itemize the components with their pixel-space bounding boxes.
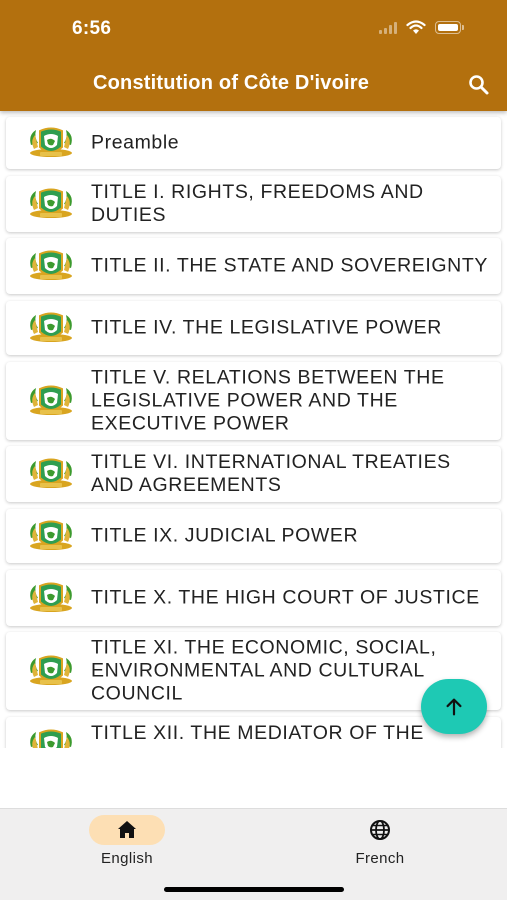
wifi-icon (406, 20, 426, 34)
cellular-signal-icon (379, 21, 397, 34)
search-icon[interactable] (467, 73, 491, 97)
nav-english-label: English (101, 850, 153, 867)
list-item-label: TITLE IX. JUDICIAL POWER (91, 524, 359, 547)
list-item-preamble[interactable]: Preamble (6, 117, 501, 169)
bottom-navigation: English French (0, 808, 507, 900)
coat-of-arms-icon (26, 580, 76, 616)
nav-french-label: French (355, 850, 405, 867)
coat-of-arms-icon (26, 383, 76, 419)
list-item-label: Preamble (91, 131, 180, 154)
list-item-title-6[interactable]: TITLE VI. INTERNATIONAL TREATIES AND AGR… (6, 446, 501, 502)
status-time: 6:56 (72, 18, 112, 39)
coat-of-arms-icon (26, 125, 76, 161)
coat-of-arms-icon (26, 653, 76, 689)
coat-of-arms-icon (26, 186, 76, 222)
home-indicator (164, 887, 344, 892)
list-item-title-10[interactable]: TITLE X. THE HIGH COURT OF JUSTICE (6, 570, 501, 626)
arrow-up-icon (446, 698, 462, 715)
coat-of-arms-icon (26, 248, 76, 284)
list-item-title-5[interactable]: TITLE V. RELATIONS BETWEEN THE LEGISLATI… (6, 362, 501, 440)
battery-icon (435, 21, 464, 34)
list-item-label: TITLE X. THE HIGH COURT OF JUSTICE (91, 586, 480, 609)
coat-of-arms-icon (26, 518, 76, 554)
list-item-label: TITLE II. THE STATE AND SOVEREIGNTY (91, 254, 488, 277)
coat-of-arms-icon (26, 310, 76, 346)
home-icon (118, 821, 136, 838)
list-item-label: TITLE V. RELATIONS BETWEEN THE LEGISLATI… (91, 366, 445, 435)
page-title: Constitution of Côte D'ivoire (93, 72, 370, 94)
list-item-title-9[interactable]: TITLE IX. JUDICIAL POWER (6, 509, 501, 563)
list-item-label: TITLE I. RIGHTS, FREEDOMS AND DUTIES (91, 181, 424, 226)
status-icons (379, 20, 464, 35)
globe-icon (370, 820, 390, 840)
list-item-title-1[interactable]: TITLE I. RIGHTS, FREEDOMS AND DUTIES (6, 176, 501, 232)
list-item-label: TITLE IV. THE LEGISLATIVE POWER (91, 316, 442, 339)
list-item-title-4[interactable]: TITLE IV. THE LEGISLATIVE POWER (6, 301, 501, 355)
app-bar: 6:56 Constitution of Côte D'ivoire (0, 0, 507, 111)
coat-of-arms-icon (26, 456, 76, 492)
titles-list: Preamble TITLE I. RIGHTS, FREEDOMS AND D… (0, 111, 507, 748)
list-item-label: TITLE VI. INTERNATIONAL TREATIES AND AGR… (91, 451, 451, 496)
scroll-to-top-button[interactable] (421, 679, 487, 734)
list-item-title-2[interactable]: TITLE II. THE STATE AND SOVEREIGNTY (6, 238, 501, 294)
coat-of-arms-icon (26, 727, 76, 748)
